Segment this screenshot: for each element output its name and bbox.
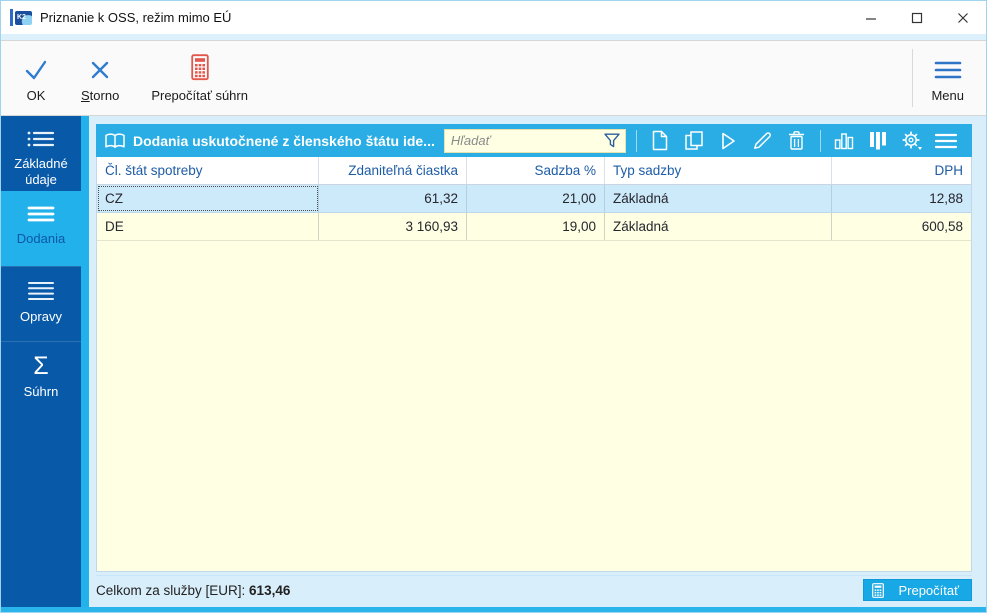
new-record-button[interactable] <box>647 127 674 154</box>
sidebar: Základné údaje Dodania Opravy Σ Súhrn <box>1 116 81 607</box>
maximize-button[interactable] <box>894 1 940 34</box>
cell-base[interactable]: 61,32 <box>319 185 467 212</box>
toolbar-divider <box>912 49 914 107</box>
cell-state[interactable]: DE <box>97 213 319 240</box>
main-toolbar: OK Storno Prepočítať súhrn Menu <box>1 41 986 116</box>
sidebar-filler <box>1 416 81 607</box>
sigma-icon: Σ <box>33 352 49 380</box>
menu-hamburger-icon <box>933 53 963 81</box>
menu-button-label: Menu <box>931 88 964 103</box>
pencil-icon <box>752 130 773 151</box>
copy-record-button[interactable] <box>681 127 708 154</box>
ok-button-label: OK <box>26 88 46 103</box>
total-value: 613,46 <box>249 582 291 598</box>
edit-button[interactable] <box>749 127 776 154</box>
funnel-filter-icon <box>603 132 621 149</box>
table-row[interactable]: CZ 61,32 21,00 Základná 12,88 <box>97 185 971 213</box>
delete-button[interactable] <box>783 127 810 154</box>
maximize-icon <box>910 11 924 25</box>
list-icon <box>25 280 57 302</box>
settings-button[interactable] <box>899 127 926 154</box>
new-document-icon <box>651 130 669 151</box>
window-title: Priznanie k OSS, režim mimo EÚ <box>40 10 232 25</box>
total-label: Celkom za služby [EUR]: 613,46 <box>96 582 291 598</box>
cell-rate[interactable]: 19,00 <box>467 213 605 240</box>
calculator-small-icon <box>872 582 885 598</box>
cancel-x-icon <box>89 53 111 81</box>
minimize-icon <box>864 11 878 25</box>
bar-chart-icon <box>833 131 855 151</box>
cell-rate-type[interactable]: Základná <box>605 185 832 212</box>
sidebar-item-label: Dodania <box>16 231 66 246</box>
cell-vat[interactable]: 12,88 <box>832 185 971 212</box>
sidebar-item-opravy[interactable]: Opravy <box>1 266 81 341</box>
table-empty-area <box>97 241 971 571</box>
sidebar-accent-strip <box>81 116 89 607</box>
minimize-button[interactable] <box>848 1 894 34</box>
ok-button[interactable]: OK <box>7 41 65 115</box>
gear-icon <box>901 130 923 151</box>
column-header-stat[interactable]: Čl. štát spotreby <box>97 157 319 184</box>
panel-hamburger-icon <box>934 132 958 150</box>
filter-button[interactable] <box>603 132 621 149</box>
titlebar-divider <box>1 34 986 41</box>
sidebar-item-dodania[interactable]: Dodania <box>1 191 81 266</box>
recalc-summary-button[interactable]: Prepočítať súhrn <box>135 41 264 115</box>
detail-list-icon <box>25 129 57 149</box>
book-icon <box>104 132 126 150</box>
chart-view-button[interactable] <box>831 127 858 154</box>
app-icon: K2 <box>10 9 32 26</box>
trash-icon <box>787 130 806 151</box>
column-header-zaklad[interactable]: Zdaniteľná čiastka <box>319 157 467 184</box>
header-separator <box>819 129 821 152</box>
titlebar: K2 Priznanie k OSS, režim mimo EÚ <box>1 1 986 34</box>
search-input[interactable] <box>450 133 603 148</box>
storno-button[interactable]: Storno <box>65 41 135 115</box>
k2-logo-icon: K2 <box>15 10 32 25</box>
column-header-dph[interactable]: DPH <box>832 157 971 184</box>
sidebar-item-label: Opravy <box>20 309 62 324</box>
table: Čl. štát spotreby Zdaniteľná čiastka Sad… <box>96 157 972 572</box>
app-window: K2 Priznanie k OSS, režim mimo EÚ OK Sto… <box>0 0 987 613</box>
menu-button[interactable]: Menu <box>915 41 980 115</box>
sidebar-item-suhrn[interactable]: Σ Súhrn <box>1 341 81 416</box>
sidebar-item-zakladne-udaje[interactable]: Základné údaje <box>1 116 81 191</box>
copy-icon <box>684 130 705 151</box>
search-box <box>443 128 626 153</box>
app-icon-bar <box>10 9 13 26</box>
sidebar-item-label: Základné údaje <box>14 156 68 187</box>
cell-state[interactable]: CZ <box>97 185 319 212</box>
cell-vat[interactable]: 600,58 <box>832 213 971 240</box>
panel-title: Dodania uskutočnené z členského štátu id… <box>133 132 435 149</box>
recalc-button-label: Prepočítať <box>898 582 959 598</box>
recalc-summary-label: Prepočítať súhrn <box>151 88 248 103</box>
table-header-row: Čl. štát spotreby Zdaniteľná čiastka Sad… <box>97 157 971 185</box>
recalc-button[interactable]: Prepočítať <box>863 579 972 601</box>
run-button[interactable] <box>715 127 742 154</box>
main-area: Základné údaje Dodania Opravy Σ Súhrn Do… <box>1 116 986 607</box>
panel-menu-button[interactable] <box>933 127 960 154</box>
check-icon <box>23 53 49 81</box>
close-icon <box>956 11 970 25</box>
cell-rate-type[interactable]: Základná <box>605 213 832 240</box>
dodania-panel: Dodania uskutočnené z členského štátu id… <box>96 124 972 572</box>
content-area: Dodania uskutočnené z členského štátu id… <box>89 116 986 607</box>
column-header-typ[interactable]: Typ sadzby <box>605 157 832 184</box>
cell-base[interactable]: 3 160,93 <box>319 213 467 240</box>
play-icon <box>719 131 737 151</box>
close-button[interactable] <box>940 1 986 34</box>
storno-button-label: Storno <box>81 88 120 103</box>
window-bottom-border <box>1 607 986 612</box>
header-separator <box>635 129 637 152</box>
column-header-sadzba[interactable]: Sadzba % <box>467 157 605 184</box>
cell-rate[interactable]: 21,00 <box>467 185 605 212</box>
columns-button[interactable] <box>865 127 892 154</box>
panel-header: Dodania uskutočnené z členského štátu id… <box>96 124 972 157</box>
columns-icon <box>868 130 888 151</box>
list-icon <box>25 204 57 224</box>
sidebar-item-label: Súhrn <box>23 384 59 399</box>
calculator-icon <box>189 53 211 81</box>
table-row[interactable]: DE 3 160,93 19,00 Základná 600,58 <box>97 213 971 241</box>
footer-bar: Celkom za služby [EUR]: 613,46 Prepočíta… <box>96 575 972 602</box>
